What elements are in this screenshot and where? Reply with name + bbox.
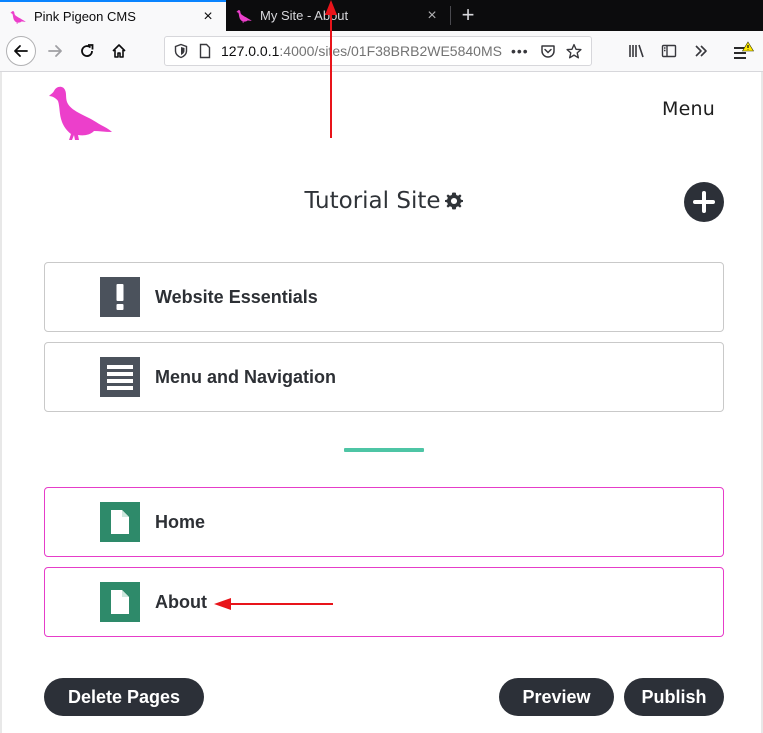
delete-pages-button[interactable]: Delete Pages bbox=[44, 678, 204, 716]
browser-nav-bar: 127.0.0.1:4000/sites/01F38BRB2WE5840MS •… bbox=[0, 31, 763, 72]
url-bar[interactable]: 127.0.0.1:4000/sites/01F38BRB2WE5840MS •… bbox=[164, 36, 592, 66]
gear-icon[interactable] bbox=[444, 192, 463, 210]
section-label: Website Essentials bbox=[155, 286, 318, 307]
bookmark-star-icon[interactable] bbox=[565, 43, 583, 60]
publish-button[interactable]: Publish bbox=[624, 678, 724, 716]
page-info-icon[interactable] bbox=[197, 43, 213, 59]
page-icon bbox=[100, 582, 140, 622]
url-text[interactable]: 127.0.0.1:4000/sites/01F38BRB2WE5840MS bbox=[221, 43, 503, 59]
pink-pigeon-logo-icon[interactable] bbox=[48, 85, 112, 141]
sidebar-icon bbox=[661, 44, 677, 58]
page-row-home[interactable]: Home bbox=[44, 487, 724, 557]
reload-button[interactable] bbox=[72, 36, 102, 66]
url-path: :4000/sites/01F38BRB2WE5840MS bbox=[279, 43, 502, 59]
url-host: 127.0.0.1 bbox=[221, 43, 280, 59]
shield-icon[interactable] bbox=[173, 43, 189, 59]
menu-lines-icon bbox=[100, 357, 140, 397]
app-menu-button[interactable] bbox=[728, 36, 758, 66]
forward-button[interactable] bbox=[40, 36, 70, 66]
tab-pink-pigeon-cms[interactable]: Pink Pigeon CMS × bbox=[0, 0, 226, 31]
pigeon-favicon-icon bbox=[10, 10, 26, 24]
page-label: About bbox=[155, 591, 207, 612]
tab-close-icon[interactable]: × bbox=[424, 7, 440, 24]
cms-page: Menu Tutorial Site Website Essentials Me… bbox=[0, 72, 763, 733]
menu-link[interactable]: Menu bbox=[662, 98, 715, 120]
arrow-left-icon bbox=[14, 45, 28, 57]
plus-icon bbox=[693, 191, 715, 213]
browser-tab-bar: Pink Pigeon CMS × My Site - About × + bbox=[0, 0, 763, 31]
tab-my-site-about[interactable]: My Site - About × bbox=[226, 0, 450, 31]
page-row-about[interactable]: About bbox=[44, 567, 724, 637]
arrow-right-icon bbox=[48, 45, 62, 57]
page-icon bbox=[100, 502, 140, 542]
tab-separator bbox=[450, 6, 451, 25]
site-title-text: Tutorial Site bbox=[304, 188, 441, 214]
section-menu-and-navigation[interactable]: Menu and Navigation bbox=[44, 342, 724, 412]
back-button[interactable] bbox=[6, 36, 36, 66]
tab-close-icon[interactable]: × bbox=[200, 8, 216, 25]
home-button[interactable] bbox=[104, 36, 134, 66]
section-label: Menu and Navigation bbox=[155, 366, 337, 387]
preview-button[interactable]: Preview bbox=[499, 678, 614, 716]
new-tab-plus-icon[interactable]: + bbox=[457, 4, 479, 26]
reload-icon bbox=[81, 44, 94, 57]
library-icon bbox=[629, 44, 644, 58]
exclamation-icon bbox=[100, 277, 140, 317]
pigeon-favicon-icon bbox=[236, 9, 252, 23]
page-label: Home bbox=[155, 511, 206, 532]
add-page-button[interactable] bbox=[684, 182, 724, 222]
section-website-essentials[interactable]: Website Essentials bbox=[44, 262, 724, 332]
home-icon bbox=[112, 44, 126, 58]
chevrons-right-icon bbox=[695, 45, 707, 57]
overflow-button[interactable] bbox=[686, 36, 716, 66]
tab-title: My Site - About bbox=[260, 8, 349, 23]
section-divider bbox=[344, 448, 424, 452]
tab-title: Pink Pigeon CMS bbox=[34, 9, 136, 24]
hamburger-warning-icon bbox=[734, 41, 755, 59]
page-actions-icon[interactable]: ••• bbox=[511, 43, 531, 59]
sidebar-button[interactable] bbox=[654, 36, 684, 66]
pocket-icon[interactable] bbox=[539, 43, 557, 59]
site-title: Tutorial Site bbox=[2, 188, 763, 214]
library-button[interactable] bbox=[622, 36, 652, 66]
